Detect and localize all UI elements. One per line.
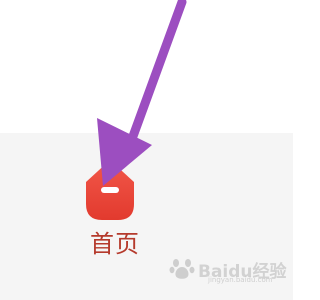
watermark-url: jingyan.baidu.com bbox=[208, 276, 273, 284]
watermark: Baidu经验 jingyan.baidu.com bbox=[168, 254, 290, 284]
content-area bbox=[0, 0, 293, 133]
tab-home[interactable]: 首页 bbox=[70, 150, 160, 260]
home-icon bbox=[86, 160, 134, 220]
tab-home-label: 首页 bbox=[90, 230, 140, 258]
paw-logo-icon bbox=[169, 259, 195, 279]
